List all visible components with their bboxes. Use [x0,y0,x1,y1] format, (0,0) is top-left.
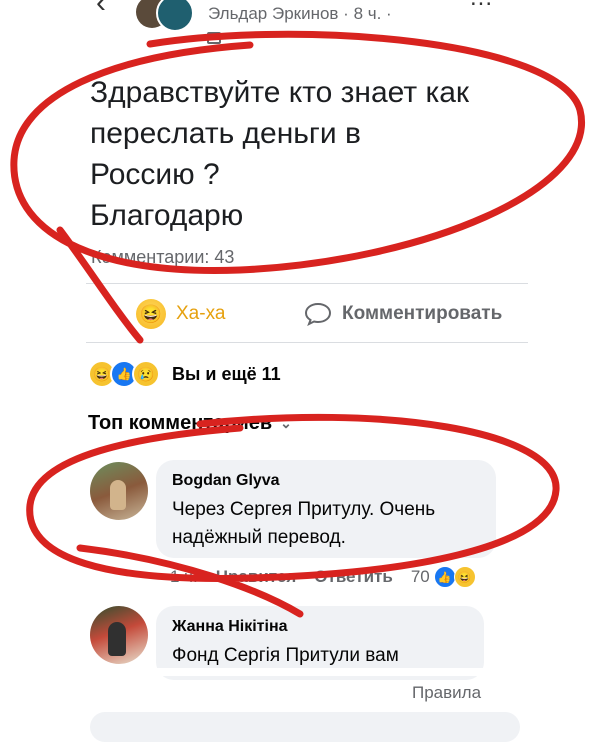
reply-button[interactable]: Ответить [314,567,393,587]
chevron-down-icon: ⌄ [280,415,292,431]
comment-reaction-count[interactable]: 70 👍 😆 [411,566,476,588]
back-arrow-icon[interactable]: ‹ [96,0,106,20]
comment-author[interactable]: Жанна Нікітіна [172,618,468,636]
reactions-summary[interactable]: 😆 👍 😢 Вы и ещё 11 [88,360,281,388]
comment-label: Комментировать [342,303,503,324]
post-line: переслать деньги в [90,117,361,150]
comment-text: Фонд Сергія Притули вам [172,642,468,670]
reactions-text: Вы и ещё 11 [172,363,281,384]
haha-icon: 😆 [136,299,166,329]
rules-link[interactable]: Правила [412,683,481,703]
comment-line: Фонд Сергія Притули вам [172,645,399,666]
avatar[interactable] [90,462,148,520]
group-privacy-icon [207,32,221,44]
post-avatar-group[interactable] [136,0,194,32]
post-author-meta[interactable]: Эльдар Эркинов · 8 ч. · [208,4,392,24]
comment-meta: 1 ч. Нравится Ответить 70 👍 😆 [170,566,476,588]
comment-input[interactable] [90,712,520,742]
comments-count[interactable]: Комментарии: 43 [91,247,234,268]
haha-reaction-button[interactable]: 😆 Ха-ха [136,296,225,332]
comment-text: Через Сергея Притулу. Очень надёжный пер… [172,496,480,552]
haha-label: Ха-ха [176,303,226,324]
sort-label: Топ комментариев [88,412,273,434]
comment-bubble-icon [304,302,332,326]
haha-icon: 😆 [453,566,476,588]
comment-line: Через Сергея Притулу. Очень [172,499,436,520]
like-icon: 👍 [433,566,456,588]
bottom-panel-edge [96,668,528,676]
comment-sort-dropdown[interactable]: Топ комментариев ⌄ [88,412,292,435]
comment-bubble: Bogdan Glyva Через Сергея Притулу. Очень… [156,460,496,558]
comment-line: надёжный перевод. [172,527,346,548]
reaction-count: 70 [410,567,430,586]
comment-button[interactable]: Комментировать [304,296,502,332]
post-line: Россию ? [90,158,220,191]
more-options-icon[interactable]: ... [470,0,493,12]
divider [86,283,528,284]
post-text: Здравствуйте кто знает как переслать ден… [90,72,540,236]
like-comment-button[interactable]: Нравится [216,567,297,587]
divider [86,342,528,343]
comment-time[interactable]: 1 ч. [170,567,198,587]
comment-author[interactable]: Bogdan Glyva [172,472,480,490]
sad-icon: 😢 [132,360,160,388]
avatar[interactable] [90,606,148,664]
post-line: Благодарю [90,199,244,232]
post-line: Здравствуйте кто знает как [90,76,470,109]
author-avatar [156,0,194,32]
